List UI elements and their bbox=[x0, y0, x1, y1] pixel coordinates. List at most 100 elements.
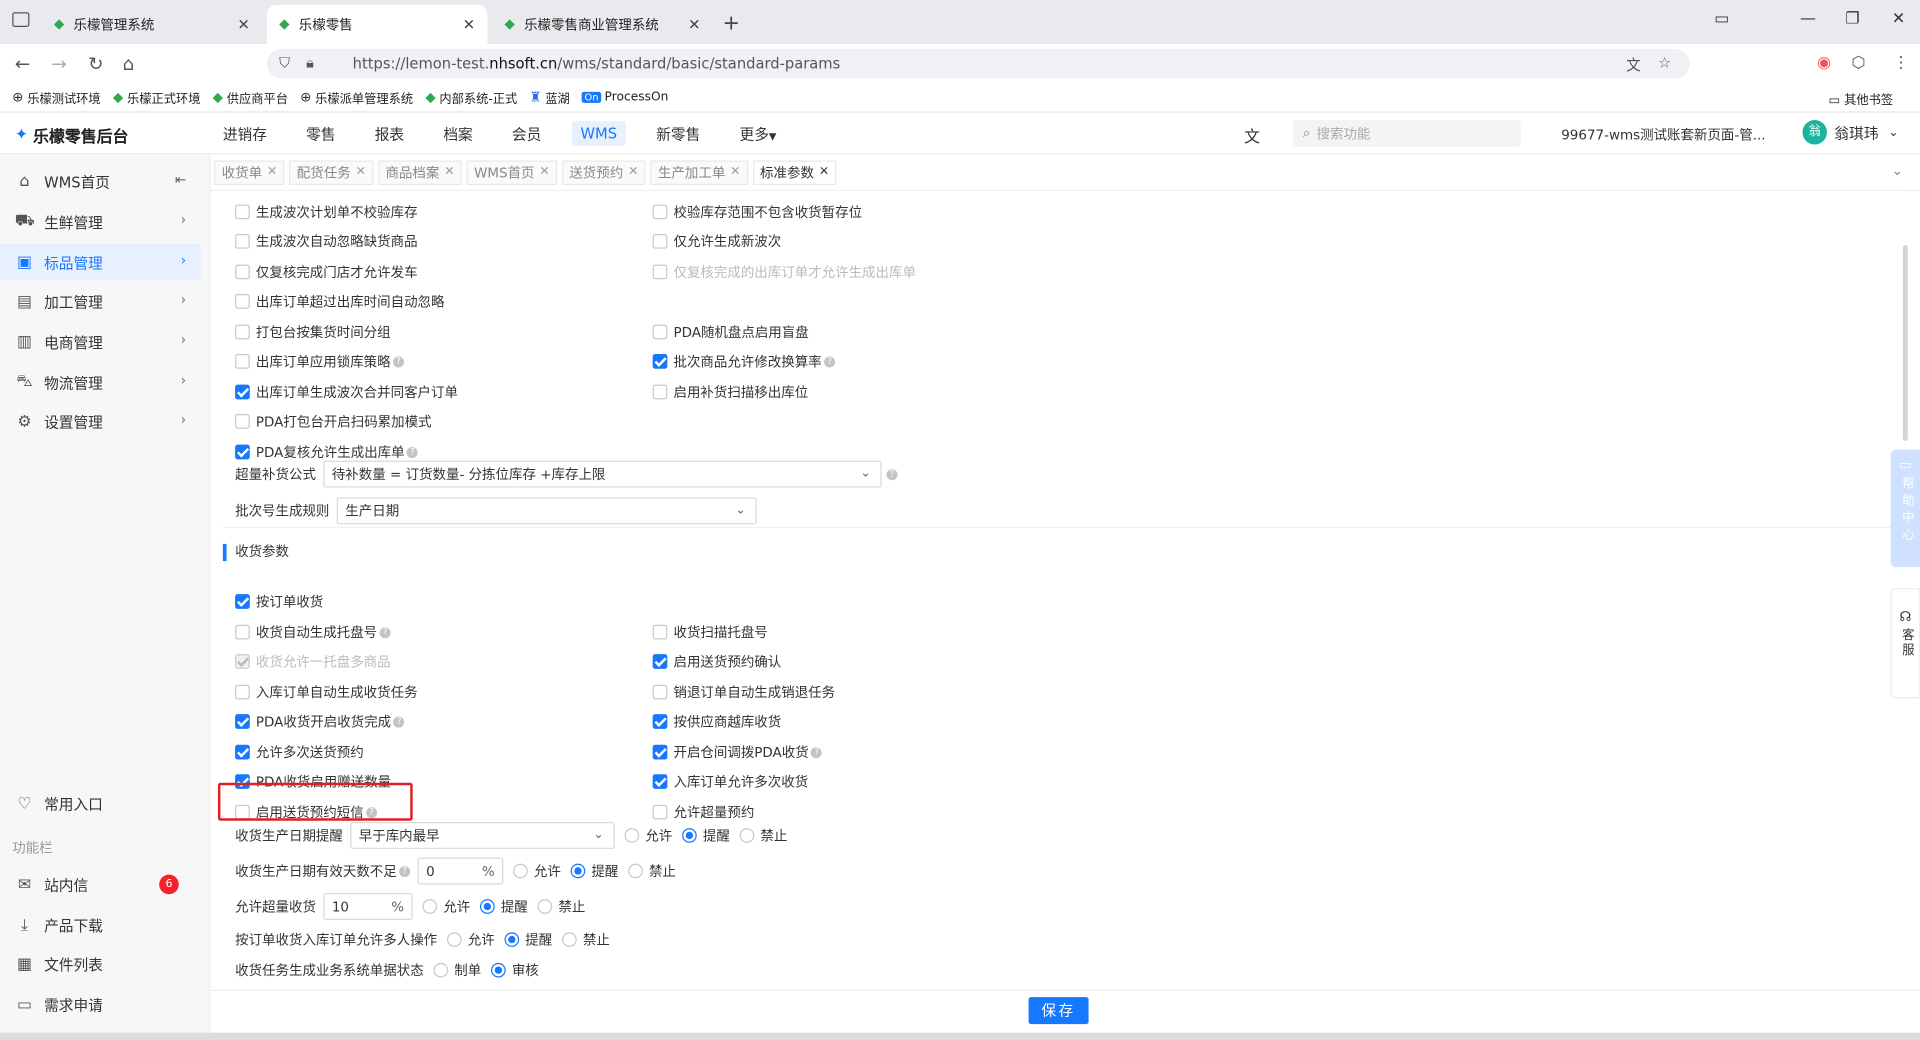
other-bookmarks[interactable]: ▭ 其他书签 bbox=[1829, 89, 1893, 107]
checkbox-box[interactable] bbox=[235, 204, 250, 220]
radio-circle[interactable] bbox=[504, 932, 520, 947]
menu-item[interactable]: 报表 bbox=[366, 119, 413, 147]
param-checkbox[interactable]: 仅允许生成新波次 bbox=[652, 232, 781, 252]
checkbox-box[interactable] bbox=[652, 654, 668, 669]
param-checkbox[interactable]: 出库订单生成波次合并同客户订单 bbox=[235, 382, 458, 402]
checkbox-box[interactable] bbox=[235, 654, 250, 669]
help-icon[interactable]: ? bbox=[407, 446, 419, 458]
checkbox-box[interactable] bbox=[652, 384, 668, 400]
checkbox-box[interactable] bbox=[235, 624, 250, 640]
radio-allow[interactable]: 允许 bbox=[422, 897, 470, 917]
close-icon[interactable]: ✕ bbox=[730, 165, 740, 178]
param-checkbox[interactable]: 按订单收货 bbox=[235, 592, 323, 612]
help-icon[interactable]: ? bbox=[379, 626, 391, 638]
checkbox-box[interactable] bbox=[235, 233, 250, 249]
menu-item[interactable]: 新零售 bbox=[648, 119, 709, 147]
user-menu[interactable]: 翁翁琪玮 ⌄ bbox=[1802, 120, 1898, 145]
param-checkbox[interactable]: 销退订单自动生成销退任务 bbox=[652, 682, 835, 702]
sidebar-common-entry[interactable]: ♡ 常用入口 bbox=[0, 785, 201, 822]
checkbox-box[interactable] bbox=[652, 804, 668, 820]
radio-circle[interactable] bbox=[682, 828, 697, 843]
new-tab-icon[interactable]: + bbox=[722, 5, 739, 44]
bookmark-item[interactable]: ◆ 供应商平台 bbox=[213, 88, 288, 106]
bookmark-item[interactable]: On ProcessOn bbox=[582, 91, 668, 104]
radio-circle[interactable] bbox=[513, 863, 528, 879]
url-field[interactable]: ⛉ 🔒︎ https://lemon-test. nhsoft.cn/wms/st… bbox=[266, 49, 1690, 79]
radio-forbid[interactable]: 禁止 bbox=[537, 897, 585, 917]
page-tab[interactable]: 配货任务 ✕ bbox=[289, 159, 374, 185]
sidebar-item-request[interactable]: ▭ 需求申请 bbox=[0, 986, 201, 1023]
radio-forbid[interactable]: 禁止 bbox=[739, 826, 787, 846]
help-icon[interactable]: ? bbox=[886, 468, 898, 480]
param-checkbox[interactable]: 校验库存范围不包含收货暂存位 bbox=[652, 202, 862, 222]
close-icon[interactable]: ✕ bbox=[267, 165, 277, 178]
translate-icon[interactable]: 文 bbox=[1626, 54, 1641, 75]
batch-rule-select[interactable]: 生产日期 ⌄ bbox=[336, 497, 757, 525]
checkbox-box[interactable] bbox=[235, 384, 250, 400]
sidebar-item-ecommerce[interactable]: ▥ 电商管理 › bbox=[0, 323, 201, 360]
more-menu-icon[interactable]: ⋮ bbox=[1893, 54, 1909, 72]
checkbox-box[interactable] bbox=[652, 624, 668, 640]
param-checkbox[interactable]: 生成波次计划单不校验库存 bbox=[235, 202, 418, 222]
help-icon[interactable]: ? bbox=[399, 865, 411, 877]
sidebar-item-settings[interactable]: ⚙ 设置管理 › bbox=[0, 403, 201, 440]
menu-item[interactable]: 进销存 bbox=[214, 119, 275, 147]
checkbox-box[interactable] bbox=[652, 354, 668, 369]
close-icon[interactable]: ✕ bbox=[463, 16, 475, 33]
close-icon[interactable]: ✕ bbox=[628, 165, 638, 178]
menu-item-more[interactable]: 更多▼ bbox=[731, 119, 785, 147]
close-icon[interactable]: ✕ bbox=[444, 165, 454, 178]
reload-icon[interactable]: ↻ bbox=[88, 53, 103, 75]
checkbox-box[interactable] bbox=[652, 264, 668, 280]
checkbox-box[interactable] bbox=[652, 324, 668, 340]
checkbox-box[interactable] bbox=[235, 294, 250, 309]
param-checkbox[interactable]: 允许超量预约 bbox=[652, 802, 754, 822]
checkbox-box[interactable] bbox=[235, 414, 250, 429]
radio-circle[interactable] bbox=[739, 828, 755, 843]
checkbox-box[interactable] bbox=[235, 714, 250, 729]
replenish-formula-select[interactable]: 待补数量 = 订货数量- 分拣位库存 +库存上限 ⌄ bbox=[323, 460, 882, 488]
param-checkbox[interactable]: 启用送货预约确认 bbox=[652, 652, 781, 672]
sidebar-item-files[interactable]: ▦ 文件列表 bbox=[0, 946, 201, 983]
sidebar-item-logistics[interactable]: ⛍ 物流管理 › bbox=[0, 364, 201, 401]
radio-allow[interactable]: 允许 bbox=[624, 826, 672, 846]
shield-icon[interactable]: ⛉ bbox=[279, 54, 290, 72]
extension-icon[interactable]: ◉ bbox=[1817, 54, 1831, 72]
param-checkbox[interactable]: PDA随机盘点启用盲盘 bbox=[652, 322, 809, 342]
sidebar-item-wms-home[interactable]: ⌂ WMS首页 ⇤ bbox=[0, 163, 201, 200]
param-checkbox[interactable]: 出库订单应用锁库策略? bbox=[235, 352, 405, 372]
checkbox-box[interactable] bbox=[235, 264, 250, 280]
page-tab-active[interactable]: 标准参数 ✕ bbox=[752, 159, 837, 185]
account-name[interactable]: 99677-wms测试账套新页面-管... bbox=[1561, 125, 1765, 145]
radio-audit[interactable]: 审核 bbox=[491, 960, 539, 980]
sidebar-item-messages[interactable]: ✉ 站内信 6 bbox=[0, 866, 201, 903]
checkbox-box[interactable] bbox=[235, 354, 250, 369]
radio-circle[interactable] bbox=[480, 899, 495, 914]
close-icon[interactable]: ✕ bbox=[356, 165, 366, 178]
checkbox-box[interactable] bbox=[652, 233, 668, 249]
sidebar-item-process[interactable]: ▤ 加工管理 › bbox=[0, 283, 201, 320]
menu-item-active[interactable]: WMS bbox=[571, 121, 626, 146]
close-icon[interactable]: ✕ bbox=[539, 165, 549, 178]
page-tab[interactable]: 生产加工单 ✕ bbox=[650, 159, 748, 185]
star-icon[interactable]: ☆ bbox=[1658, 54, 1671, 71]
param-checkbox[interactable]: 生成波次自动忽略缺货商品 bbox=[235, 232, 418, 252]
save-button[interactable]: 保存 bbox=[1028, 997, 1089, 1025]
param-checkbox[interactable]: 批次商品允许修改换算率? bbox=[652, 352, 836, 372]
collapse-icon[interactable]: ⇤ bbox=[175, 172, 186, 188]
sidebar-item-fresh[interactable]: ⛟ 生鲜管理 › bbox=[0, 203, 201, 240]
tab-search-icon[interactable]: ▭ bbox=[1714, 10, 1729, 28]
help-icon[interactable]: ? bbox=[824, 355, 836, 367]
param-checkbox[interactable]: PDA打包台开启扫码累加模式 bbox=[235, 412, 432, 432]
bookmark-item[interactable]: ⊕ 乐檬测试环境 bbox=[12, 88, 100, 106]
param-checkbox[interactable]: PDA收货开启收货完成? bbox=[235, 712, 405, 732]
radio-remind[interactable]: 提醒 bbox=[682, 826, 730, 846]
help-icon[interactable]: ? bbox=[393, 716, 405, 728]
bookmark-item[interactable]: ♜ 蓝湖 bbox=[530, 88, 570, 106]
bookmark-item[interactable]: ◆ 内部系统-正式 bbox=[425, 88, 517, 106]
page-tab[interactable]: 收货单 ✕ bbox=[214, 159, 285, 185]
radio-allow[interactable]: 允许 bbox=[513, 861, 561, 881]
menu-item[interactable]: 会员 bbox=[503, 119, 550, 147]
checkbox-box[interactable] bbox=[235, 684, 250, 700]
extensions-puzzle-icon[interactable]: ⬡ bbox=[1851, 54, 1865, 72]
